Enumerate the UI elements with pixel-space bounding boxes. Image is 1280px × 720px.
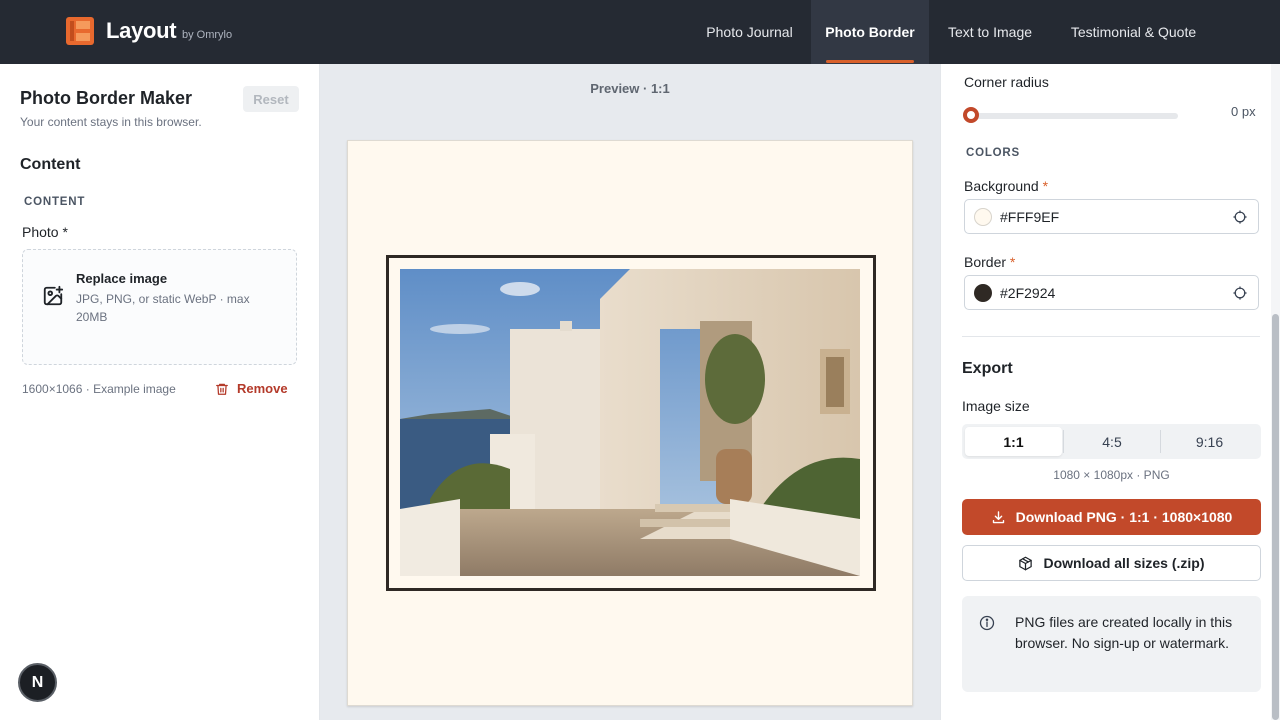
dropzone-hint: JPG, PNG, or static WebP · max 20MB: [76, 292, 250, 324]
photo-dropzone[interactable]: Replace image JPG, PNG, or static WebP ·…: [22, 249, 297, 365]
corner-radius-value: 0 px: [1231, 104, 1256, 119]
nav-photo-border[interactable]: Photo Border: [811, 0, 929, 64]
preview-label: Preview · 1:1: [590, 81, 670, 96]
section-label: CONTENT: [24, 196, 86, 208]
corner-radius-label: Corner radius: [964, 74, 1049, 90]
photo-field-label: Photo *: [22, 224, 68, 240]
corner-radius-slider-thumb[interactable]: [963, 107, 979, 123]
scrollbar-thumb[interactable]: [1272, 314, 1279, 720]
border-color-value[interactable]: #2F2924: [1000, 285, 1055, 301]
devtools-badge[interactable]: N: [18, 663, 57, 702]
dropzone-title: Replace image: [76, 271, 168, 286]
info-icon: [979, 615, 995, 631]
nav-label: Photo Border: [825, 24, 915, 40]
preview-photo: [400, 269, 860, 576]
background-color-value[interactable]: #FFF9EF: [1000, 209, 1059, 225]
download-zip-label: Download all sizes (.zip): [1043, 555, 1205, 571]
background-swatch[interactable]: [974, 208, 992, 226]
required-mark: *: [1042, 178, 1049, 194]
nav-label: Photo Journal: [706, 24, 793, 40]
download-png-button[interactable]: Download PNG · 1:1 · 1080×1080: [962, 499, 1261, 535]
brand-by: by Omrylo: [182, 29, 233, 41]
size-option-1-1[interactable]: 1:1: [965, 427, 1062, 456]
top-bar: Layout by Omrylo Photo Journal Photo Bor…: [0, 0, 1280, 64]
left-panel: Photo Border Maker Your content stays in…: [0, 64, 320, 720]
colors-section-label: COLORS: [966, 147, 1020, 159]
image-size-label: Image size: [962, 398, 1030, 414]
border-color-field[interactable]: #2F2924: [964, 275, 1259, 310]
size-option-9-16[interactable]: 9:16: [1161, 427, 1258, 456]
nav-photo-journal[interactable]: Photo Journal: [689, 0, 810, 64]
image-meta: 1600×1066 · Example image: [22, 382, 176, 396]
page-title: Photo Border Maker: [20, 88, 193, 108]
background-color-field[interactable]: #FFF9EF: [964, 199, 1259, 234]
size-note: 1080 × 1080px · PNG: [1053, 468, 1170, 482]
info-box: PNG files are created locally in this br…: [962, 596, 1261, 692]
package-icon: [1019, 556, 1033, 570]
brand-name[interactable]: Layout: [106, 18, 177, 44]
color-picker-icon[interactable]: [1233, 286, 1247, 300]
download-zip-button[interactable]: Download all sizes (.zip): [962, 545, 1261, 581]
required-mark: *: [1009, 254, 1016, 270]
nav-text-to-image[interactable]: Text to Image: [931, 0, 1049, 64]
trash-icon: [216, 383, 228, 395]
preview-area: Preview · 1:1: [320, 64, 940, 720]
background-color-label: Background *: [964, 178, 1049, 194]
image-add-icon: [43, 285, 64, 306]
preview-canvas: [347, 140, 913, 706]
info-text: PNG files are created locally in this br…: [1015, 614, 1233, 651]
page-subtitle: Your content stays in this browser.: [20, 115, 202, 129]
size-option-4-5[interactable]: 4:5: [1064, 427, 1160, 456]
corner-radius-slider-track[interactable]: [971, 113, 1178, 119]
border-color-label: Border *: [964, 254, 1016, 270]
border-swatch[interactable]: [974, 284, 992, 302]
download-icon: [992, 510, 1004, 523]
download-png-label: Download PNG · 1:1 · 1080×1080: [1015, 509, 1233, 525]
layout-logo-icon[interactable]: [66, 17, 94, 45]
remove-button[interactable]: Remove: [215, 381, 288, 396]
image-size-selector: 1:1 4:5 9:16: [962, 424, 1261, 459]
right-panel: Corner radius 0 px COLORS Background * #…: [940, 64, 1280, 720]
color-picker-icon[interactable]: [1233, 210, 1247, 224]
export-title: Export: [962, 360, 1013, 377]
nav-testimonial-quote[interactable]: Testimonial & Quote: [1051, 0, 1216, 64]
nav-label: Text to Image: [947, 24, 1033, 40]
scrollbar-track[interactable]: [1271, 64, 1280, 720]
reset-button[interactable]: Reset: [243, 86, 299, 112]
remove-label: Remove: [237, 381, 288, 396]
photo-illustration: [400, 269, 860, 576]
section-divider: [962, 336, 1260, 337]
nav-label: Testimonial & Quote: [1070, 24, 1197, 40]
section-title: Content: [20, 156, 81, 173]
